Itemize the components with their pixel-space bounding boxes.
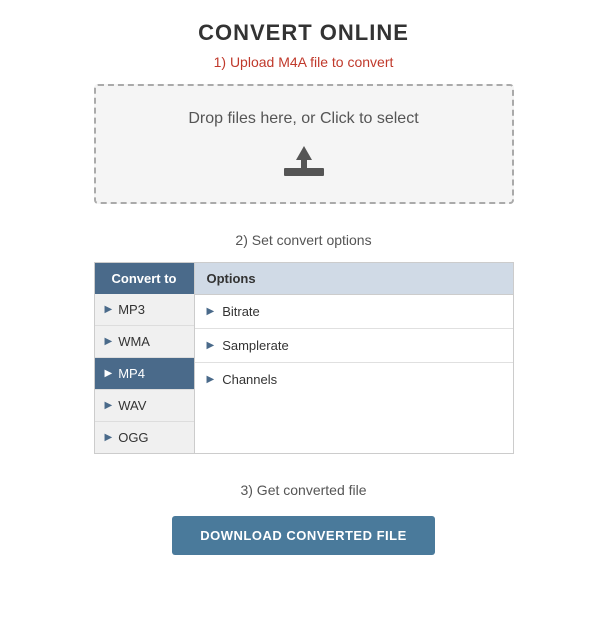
sidebar-header: Convert to (95, 263, 194, 294)
sidebar-item-wav[interactable]: ▶ WAV (95, 390, 194, 422)
sidebar-item-ogg[interactable]: ▶ OGG (95, 422, 194, 453)
sidebar-item-label: WMA (118, 334, 150, 349)
option-label: Channels (222, 372, 277, 387)
sidebar-item-mp3[interactable]: ▶ MP3 (95, 294, 194, 326)
option-label: Samplerate (222, 338, 288, 353)
arrow-icon: ▶ (207, 306, 215, 317)
arrow-icon: ▶ (105, 304, 113, 315)
options-header: Options (195, 263, 513, 295)
sidebar-item-label: OGG (118, 430, 148, 445)
file-dropzone[interactable]: Drop files here, or Click to select (94, 84, 514, 204)
upload-icon (282, 142, 326, 178)
download-button[interactable]: DOWNLOAD CONVERTED FILE (172, 516, 435, 555)
dropzone-text: Drop files here, or Click to select (188, 110, 418, 128)
page-title: CONVERT ONLINE (198, 20, 409, 46)
arrow-icon: ▶ (207, 374, 215, 385)
options-panel: Options ▶ Bitrate ▶ Samplerate ▶ Channel… (195, 263, 513, 453)
sidebar-item-mp4[interactable]: ▶ MP4 (95, 358, 194, 390)
step3-label: 3) Get converted file (240, 482, 366, 498)
option-label: Bitrate (222, 304, 260, 319)
convert-panel: Convert to ▶ MP3 ▶ WMA ▶ MP4 ▶ WAV ▶ OGG (94, 262, 514, 454)
sidebar-item-label: MP4 (118, 366, 145, 381)
convert-sidebar: Convert to ▶ MP3 ▶ WMA ▶ MP4 ▶ WAV ▶ OGG (95, 263, 195, 453)
step2-label: 2) Set convert options (235, 232, 371, 248)
sidebar-item-wma[interactable]: ▶ WMA (95, 326, 194, 358)
arrow-icon: ▶ (105, 400, 113, 411)
arrow-icon: ▶ (105, 368, 113, 379)
step1-label: 1) Upload M4A file to convert (214, 54, 394, 70)
step2-section: 2) Set convert options Convert to ▶ MP3 … (0, 232, 607, 454)
sidebar-item-label: WAV (118, 398, 146, 413)
option-bitrate[interactable]: ▶ Bitrate (195, 295, 513, 329)
option-channels[interactable]: ▶ Channels (195, 363, 513, 396)
arrow-icon: ▶ (105, 336, 113, 347)
option-samplerate[interactable]: ▶ Samplerate (195, 329, 513, 363)
sidebar-item-label: MP3 (118, 302, 145, 317)
arrow-icon: ▶ (207, 340, 215, 351)
arrow-icon: ▶ (105, 432, 113, 443)
